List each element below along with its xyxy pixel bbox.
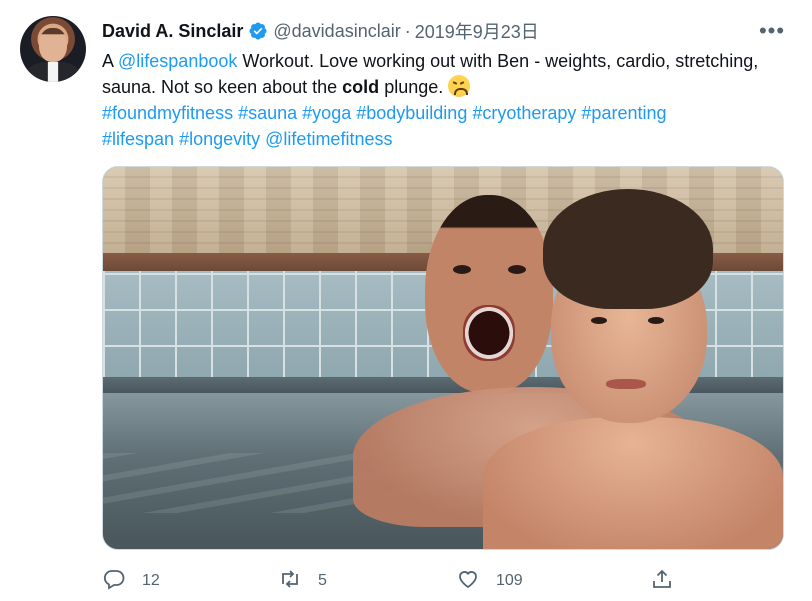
retweet-count: 5 [318,572,327,589]
photo-boy-hair [543,189,713,309]
hashtag-parenting[interactable]: #parenting [581,103,666,123]
photo-man-head [425,195,553,393]
photo-boy-body [483,417,783,549]
tweet-date[interactable]: 2019年9月23日 [415,18,539,44]
avatar[interactable] [20,16,86,82]
mention-lifetimefitness[interactable]: @lifetimefitness [265,129,392,149]
hashtag-foundmyfitness[interactable]: #foundmyfitness [102,103,233,123]
like-button[interactable]: 109 [456,566,523,596]
reply-count: 12 [142,572,160,589]
hashtag-lifespan[interactable]: #lifespan [102,129,174,149]
retweet-button[interactable]: 5 [278,566,327,596]
tweet: David A. Sinclair @davidasinclair · 2019… [0,0,812,601]
photo-man-eye-right [508,265,526,274]
avatar-suit [26,62,80,82]
tweet-text-bold: cold [342,77,380,97]
verified-badge-icon [248,21,268,41]
photo-boy-eye-left [591,317,607,324]
header-separator: · [404,20,411,41]
tweet-text-after-bold: plunge. [379,77,449,97]
hashtag-longevity[interactable]: #longevity [179,129,260,149]
photo-man-eye-left [453,265,471,274]
hashtag-yoga[interactable]: #yoga [302,103,351,123]
like-count: 109 [496,572,523,589]
tweet-photo[interactable] [102,166,784,550]
photo-boy-lips [606,379,646,389]
tweet-header: David A. Sinclair @davidasinclair · 2019… [102,18,539,44]
more-options-icon[interactable]: ••• [758,18,786,44]
share-button[interactable] [650,566,674,596]
avatar-face [39,28,67,62]
photo-boy-eye-right [648,317,664,324]
author-name[interactable]: David A. Sinclair [102,21,243,42]
retweet-icon [278,567,302,596]
hashtag-cryotherapy[interactable]: #cryotherapy [472,103,576,123]
tweet-text-prefix: A [102,51,119,71]
author-handle[interactable]: @davidasinclair [273,21,400,42]
mention-lifespanbook[interactable]: @lifespanbook [118,51,237,71]
hashtag-sauna[interactable]: #sauna [238,103,297,123]
reply-icon [102,567,126,596]
hashtag-bodybuilding[interactable]: #bodybuilding [356,103,467,123]
tired-face-emoji [448,75,471,97]
heart-icon [456,567,480,596]
tweet-actions: 12 5 109 [102,566,702,596]
tweet-text: A @lifespanbook Workout. Love working ou… [102,48,782,152]
reply-button[interactable]: 12 [102,566,160,596]
photo-man-mouth [463,305,515,361]
share-icon [650,567,674,596]
